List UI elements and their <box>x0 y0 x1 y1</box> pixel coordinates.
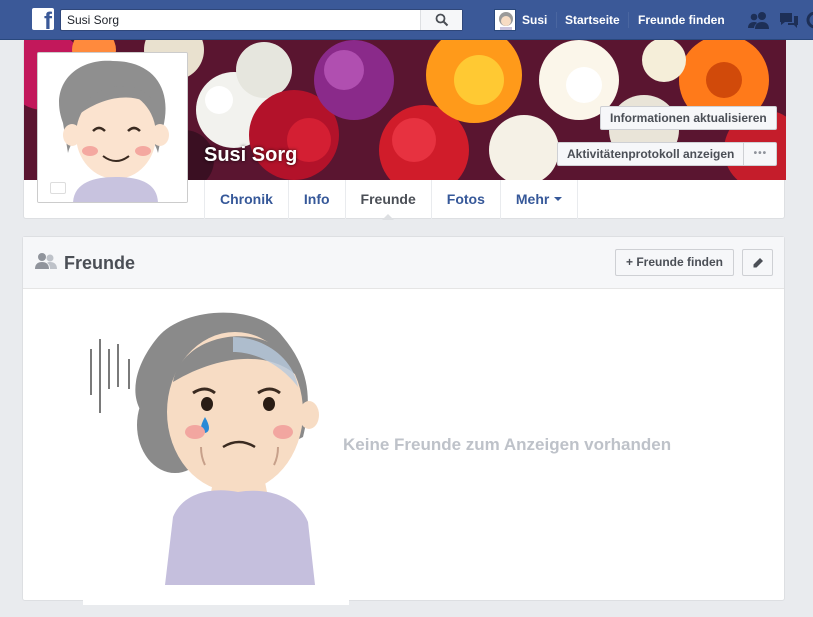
facebook-logo-icon[interactable]: f <box>32 8 54 30</box>
profile-name[interactable]: Susi Sorg <box>204 144 297 167</box>
nav-divider <box>628 12 629 28</box>
friends-section-card: Freunde + Freunde finden Keine Freunde z… <box>22 236 785 605</box>
friends-icon <box>35 253 57 269</box>
nav-user-name: Susi <box>522 13 548 27</box>
tab-freunde[interactable]: Freunde <box>344 180 431 220</box>
search-button[interactable] <box>420 10 462 30</box>
chevron-down-icon <box>554 197 563 205</box>
empty-friends-message: Keine Freunde zum Anzeigen vorhanden <box>343 435 672 454</box>
top-navigation-bar: f Susi Startseite Freunde finden <box>0 0 813 40</box>
find-friends-button[interactable]: + Freunde finden <box>615 249 735 276</box>
tab-mehr[interactable]: Mehr <box>499 180 579 219</box>
tab-fotos[interactable]: Fotos <box>430 180 500 219</box>
search-icon <box>435 13 449 27</box>
sad-grandmother-illustration <box>83 297 349 605</box>
tab-info[interactable]: Info <box>287 180 345 219</box>
tab-mehr-label: Mehr <box>515 191 550 207</box>
friend-requests-icon[interactable] <box>748 11 770 29</box>
activity-log-button[interactable]: Aktivitätenprotokoll anzeigen ••• <box>557 142 778 166</box>
profile-header-card: Informationen aktualisieren Aktivitätenp… <box>23 40 786 220</box>
camera-icon[interactable] <box>50 182 66 194</box>
nav-divider <box>556 12 557 28</box>
nav-home-link[interactable]: Startseite <box>565 13 620 27</box>
pencil-icon <box>753 258 763 268</box>
notifications-icon[interactable] <box>806 12 813 30</box>
update-info-button[interactable]: Informationen aktualisieren <box>600 106 777 130</box>
friends-section-header: Freunde + Freunde finden <box>23 237 784 289</box>
nav-find-friends-link[interactable]: Freunde finden <box>638 13 725 27</box>
profile-tabs: Chronik Info Freunde Fotos Mehr <box>204 180 579 220</box>
activity-log-label: Aktivitätenprotokoll anzeigen <box>567 147 735 161</box>
edit-button[interactable] <box>742 249 773 276</box>
search-box <box>60 9 463 31</box>
nav-profile-link[interactable]: Susi <box>494 9 547 31</box>
messages-icon[interactable] <box>778 11 800 29</box>
avatar <box>494 9 516 31</box>
search-input[interactable] <box>61 10 421 30</box>
profile-picture[interactable] <box>37 52 188 203</box>
friends-section-title: Freunde <box>64 253 136 273</box>
tab-chronik[interactable]: Chronik <box>204 180 288 219</box>
more-options-icon[interactable]: ••• <box>743 143 776 165</box>
